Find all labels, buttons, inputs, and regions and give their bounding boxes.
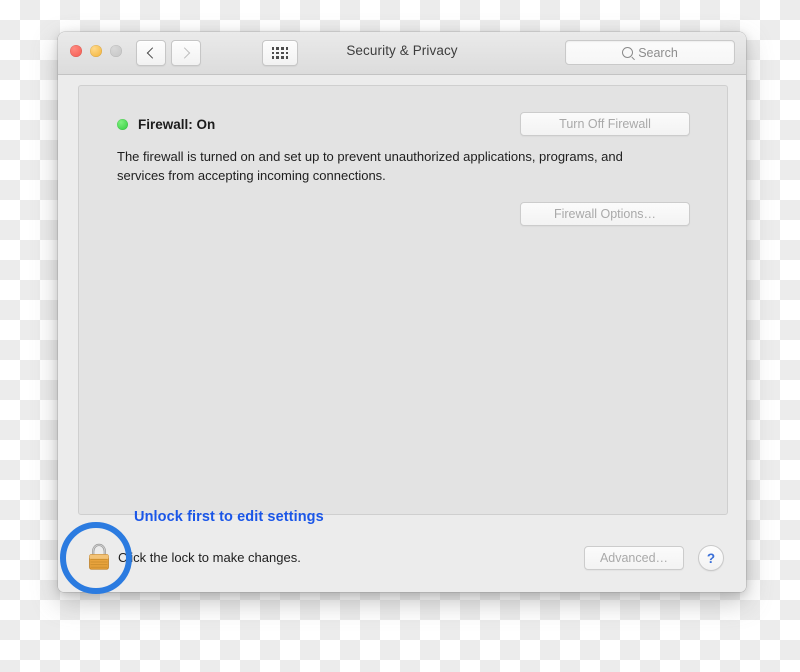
annotation-highlight-circle	[60, 522, 132, 594]
search-icon	[622, 47, 634, 58]
window-footer: Click the lock to make changes. Advanced…	[58, 518, 746, 592]
firewall-options-button[interactable]: Firewall Options…	[520, 202, 690, 226]
firewall-description: The firewall is turned on and set up to …	[117, 149, 623, 183]
status-indicator-dot	[117, 119, 128, 130]
annotation-callout-text: Unlock first to edit settings	[134, 509, 324, 525]
lock-message: Click the lock to make changes.	[118, 550, 301, 565]
screenshot-canvas: Security & Privacy Search General FileVa…	[0, 0, 800, 672]
firewall-status-label: Firewall: On	[138, 117, 216, 132]
firewall-status-row: Firewall: On	[117, 117, 215, 132]
search-placeholder: Search	[638, 45, 678, 60]
firewall-content-panel: Firewall: On Turn Off Firewall The firew…	[78, 85, 728, 515]
help-button[interactable]: ?	[698, 545, 724, 571]
window-titlebar: Security & Privacy Search	[58, 32, 746, 75]
security-privacy-window: Security & Privacy Search General FileVa…	[58, 32, 746, 592]
turn-off-firewall-button[interactable]: Turn Off Firewall	[520, 112, 690, 136]
search-input[interactable]: Search	[565, 40, 735, 65]
advanced-button[interactable]: Advanced…	[584, 546, 684, 570]
